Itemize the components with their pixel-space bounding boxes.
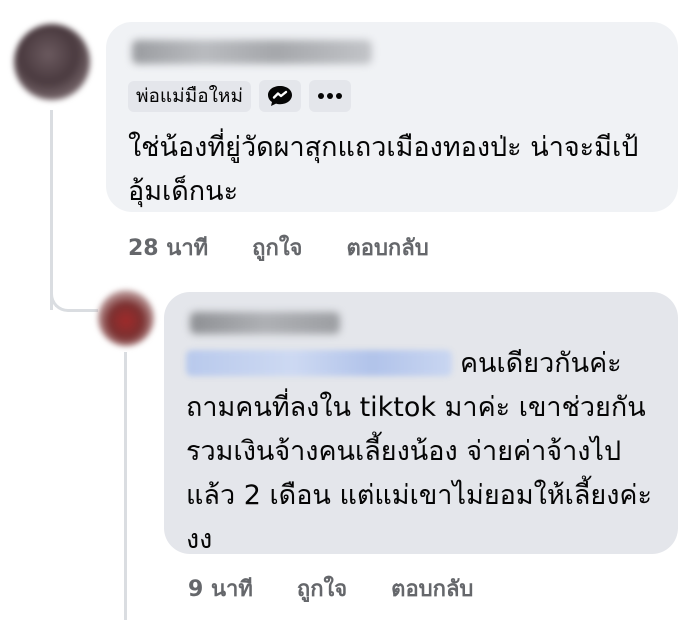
comment-actions: 28 นาที ถูกใจ ตอบกลับ (128, 230, 429, 265)
avatar[interactable] (14, 24, 90, 100)
reply-actions: 9 นาที ถูกใจ ตอบกลับ (188, 571, 473, 606)
author-name-redacted[interactable] (190, 312, 340, 334)
comment-time[interactable]: 9 นาที (188, 571, 253, 606)
reply-thread-line (124, 352, 127, 620)
reply-text: คนเดียวกันค่ะ ถามคนที่ลงใน tiktok มาค่ะ … (186, 342, 666, 562)
more-options-icon[interactable] (308, 80, 351, 112)
reply-bubble: คนเดียวกันค่ะ ถามคนที่ลงใน tiktok มาค่ะ … (164, 292, 678, 555)
group-badge[interactable]: พ่อแม่มือใหม่ (128, 80, 251, 112)
comment-time[interactable]: 28 นาที (128, 230, 208, 265)
comment-text: ใช่น้องที่ยู่วัดผาสุกแถวเมืองทองป่ะ น่าจ… (128, 132, 639, 207)
reply-button[interactable]: ตอบกลับ (346, 230, 428, 265)
author-name-redacted[interactable] (132, 40, 372, 64)
reply-button[interactable]: ตอบกลับ (391, 571, 473, 606)
avatar[interactable] (98, 290, 154, 346)
like-button[interactable]: ถูกใจ (297, 571, 347, 606)
like-button[interactable]: ถูกใจ (252, 230, 302, 265)
comment-bubble: พ่อแม่มือใหม่ ใช่น้องที่ยู่วัดผาสุกแถวเม… (106, 22, 678, 212)
thread-connector (50, 270, 98, 312)
message-badge-icon[interactable] (258, 80, 301, 112)
badge-row: พ่อแม่มือใหม่ (128, 80, 351, 112)
reply-text-content: คนเดียวกันค่ะ ถามคนที่ลงใน tiktok มาค่ะ … (186, 348, 652, 555)
mention-tag-redacted[interactable] (186, 350, 452, 376)
